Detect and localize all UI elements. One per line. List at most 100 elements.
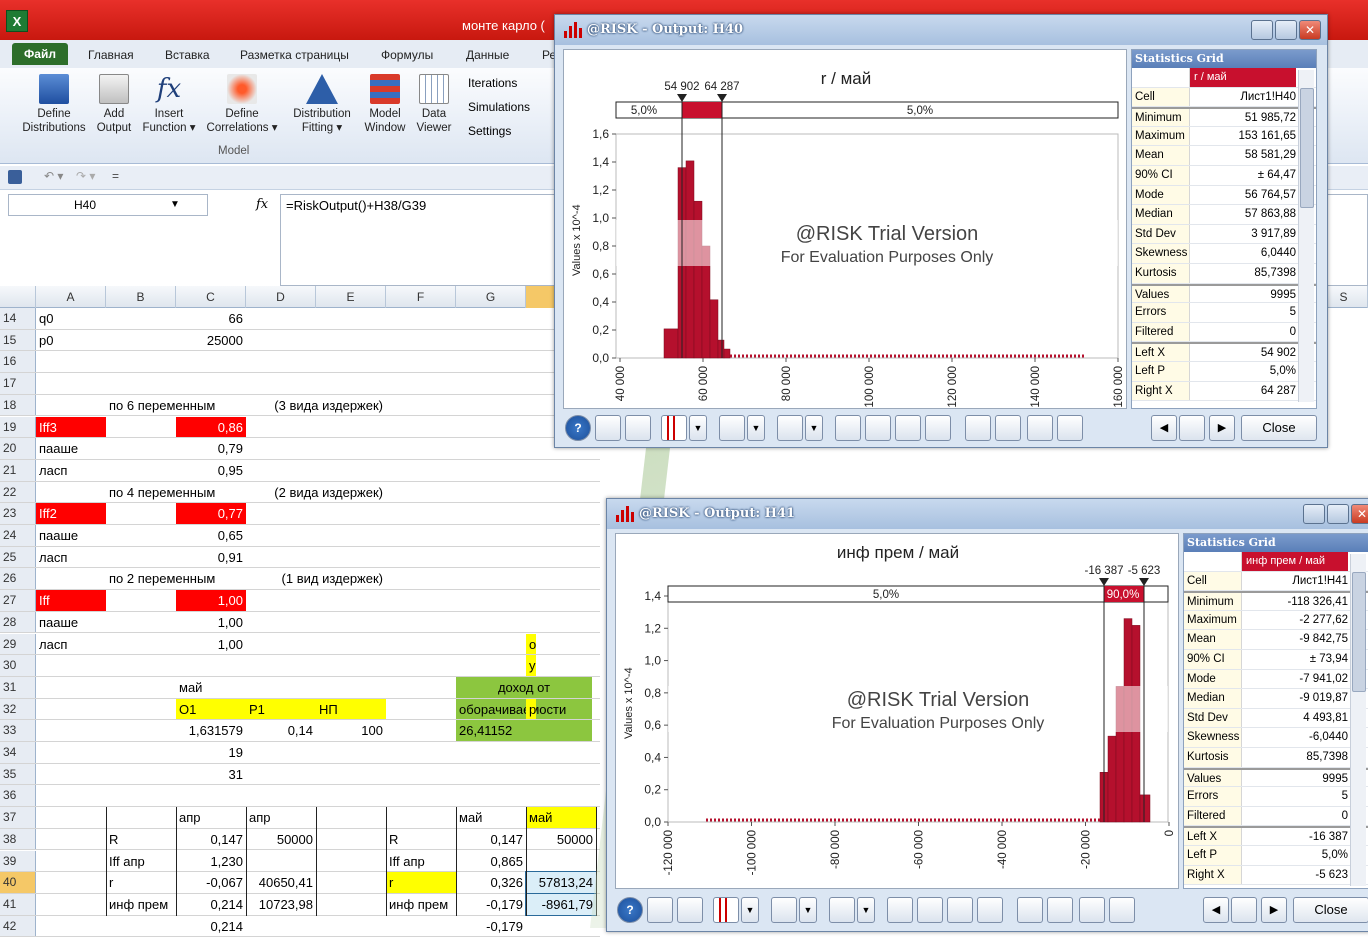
- histogram-icon[interactable]: [661, 415, 687, 441]
- row-header[interactable]: 39: [0, 850, 36, 872]
- cell-d38[interactable]: 50000: [246, 829, 316, 850]
- excel-logo-icon[interactable]: X: [6, 10, 28, 32]
- cell-g41[interactable]: -0,179: [456, 894, 526, 915]
- cell-a27[interactable]: Iff: [36, 590, 106, 611]
- maximize-button[interactable]: [1275, 20, 1297, 40]
- cell-d18[interactable]: (3 вида издержек): [246, 395, 386, 416]
- cell-c14[interactable]: 66: [176, 308, 246, 329]
- zoom-in-icon[interactable]: [1079, 897, 1105, 923]
- row-header[interactable]: 21: [0, 459, 36, 481]
- nav-next-icon[interactable]: ▶: [1261, 897, 1287, 923]
- minimize-button[interactable]: [1251, 20, 1273, 40]
- tornado-icon[interactable]: [1047, 897, 1073, 923]
- cell-a20[interactable]: пааше: [36, 438, 106, 459]
- cell-g37[interactable]: май: [456, 807, 526, 828]
- cell-d22[interactable]: (2 вида издержек): [246, 482, 386, 503]
- row-header[interactable]: 34: [0, 742, 36, 763]
- cell-c41[interactable]: 0,214: [176, 894, 246, 915]
- cell-a25[interactable]: ласп: [36, 547, 106, 568]
- cell-a21[interactable]: ласп: [36, 460, 106, 481]
- percent-icon[interactable]: [895, 415, 921, 441]
- tab-insert[interactable]: Вставка: [165, 48, 210, 62]
- cell-g33[interactable]: 26,41152: [456, 720, 592, 741]
- row-header[interactable]: 15: [0, 329, 36, 351]
- cell-d33[interactable]: 0,14: [246, 720, 316, 741]
- scroll-thumb[interactable]: [1352, 572, 1366, 692]
- tab-home[interactable]: Главная: [88, 48, 134, 62]
- close-button[interactable]: Close: [1293, 897, 1368, 923]
- risk-output-window-h40[interactable]: @RISK - Output: H40 ✕ r / май 1,6 1,4 1,2 1,…: [554, 14, 1328, 448]
- fx-icon[interactable]: fx: [256, 197, 268, 212]
- funnel-icon[interactable]: [965, 415, 991, 441]
- close-window-button[interactable]: ✕: [1351, 504, 1368, 524]
- cell-c29[interactable]: 1,00: [176, 634, 246, 655]
- cell-b18[interactable]: по 6 переменным: [106, 395, 246, 416]
- histogram-dropdown-icon[interactable]: ▼: [741, 897, 759, 923]
- define-correlations-button[interactable]: Define Correlations ▾: [202, 74, 282, 135]
- define-distributions-button[interactable]: Define Distributions: [14, 74, 94, 135]
- simulations-label[interactable]: Simulations: [468, 100, 530, 114]
- overlay-icon[interactable]: [887, 897, 913, 923]
- cell-c34[interactable]: 19: [176, 742, 246, 763]
- cell-c32[interactable]: О1: [176, 698, 246, 720]
- cell-d26[interactable]: (1 вид издержек): [246, 568, 386, 589]
- cell-c19[interactable]: 0,86: [176, 416, 246, 438]
- row-header[interactable]: 33: [0, 720, 36, 741]
- tab-file[interactable]: Файл: [12, 43, 68, 65]
- row-header[interactable]: 24: [0, 525, 36, 546]
- cell-b26[interactable]: по 2 переменным: [106, 568, 246, 589]
- cell-a15[interactable]: p0: [36, 330, 106, 351]
- scatter-icon[interactable]: [865, 415, 891, 441]
- cell-c21[interactable]: 0,95: [176, 460, 246, 481]
- cell-a23[interactable]: Iff2: [36, 503, 106, 524]
- row-header[interactable]: 41: [0, 893, 36, 915]
- cell-e32[interactable]: НП: [316, 698, 386, 720]
- funnel-icon[interactable]: [1017, 897, 1043, 923]
- data-icon[interactable]: [647, 897, 673, 923]
- cell-c25[interactable]: 0,91: [176, 547, 246, 568]
- cell-c27[interactable]: 1,00: [176, 590, 246, 611]
- col-header-f[interactable]: F: [386, 286, 456, 308]
- settings-label[interactable]: Settings: [468, 124, 511, 138]
- stats-scrollbar[interactable]: [1298, 70, 1314, 402]
- row-header[interactable]: 40: [0, 872, 36, 893]
- row-header[interactable]: 16: [0, 351, 36, 373]
- tornado-icon[interactable]: [995, 415, 1021, 441]
- cell-a29[interactable]: ласп: [36, 634, 106, 655]
- cell-f40[interactable]: r: [386, 872, 456, 893]
- close-window-button[interactable]: ✕: [1299, 20, 1321, 40]
- cell-f38[interactable]: R: [386, 829, 456, 850]
- row-header[interactable]: 26: [0, 568, 36, 590]
- cell-c28[interactable]: 1,00: [176, 612, 246, 633]
- redo-icon[interactable]: ↷ ▾: [76, 169, 95, 183]
- row-header[interactable]: 17: [0, 373, 36, 394]
- cell-c37[interactable]: апр: [176, 807, 246, 828]
- col-header-c[interactable]: C: [176, 286, 246, 308]
- window-titlebar[interactable]: @RISK - Output: H40 ✕: [555, 15, 1327, 45]
- nav-next-icon[interactable]: ▶: [1209, 415, 1235, 441]
- cell-f41[interactable]: инф прем: [386, 894, 456, 915]
- cell-g32[interactable]: оборачиваемости: [456, 698, 592, 720]
- fit-icon[interactable]: [925, 415, 951, 441]
- graph-type-icon[interactable]: [677, 897, 703, 923]
- graph-type-icon[interactable]: [625, 415, 651, 441]
- iterations-label[interactable]: Iterations: [468, 76, 517, 90]
- tab-formulas[interactable]: Формулы: [381, 48, 433, 62]
- row-header[interactable]: 30: [0, 655, 36, 676]
- cell-h38[interactable]: 50000: [526, 829, 596, 850]
- cell-a14[interactable]: q0: [36, 308, 106, 329]
- row-header[interactable]: 18: [0, 394, 36, 416]
- row-header[interactable]: 32: [0, 698, 36, 720]
- zoom-in-icon[interactable]: [1027, 415, 1053, 441]
- cell-b38[interactable]: R: [106, 829, 176, 850]
- row-header[interactable]: 27: [0, 590, 36, 611]
- cell-b41[interactable]: инф прем: [106, 894, 176, 915]
- col-header-b[interactable]: B: [106, 286, 176, 308]
- close-button[interactable]: Close: [1241, 415, 1317, 441]
- scatter-icon[interactable]: [917, 897, 943, 923]
- window-titlebar[interactable]: @RISK - Output: H41 ✕: [607, 499, 1368, 529]
- curve-icon[interactable]: [719, 415, 745, 441]
- cell-g42[interactable]: -0,179: [456, 916, 526, 937]
- row-header[interactable]: 20: [0, 438, 36, 459]
- fit-icon[interactable]: [977, 897, 1003, 923]
